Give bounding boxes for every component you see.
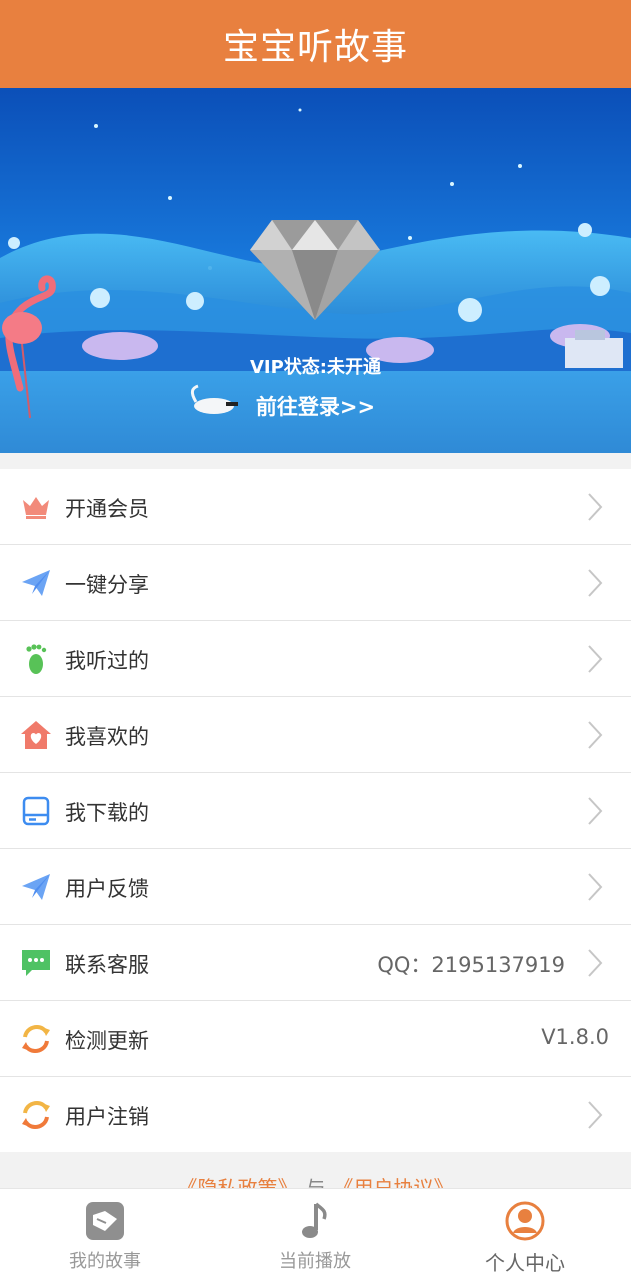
music-note-icon xyxy=(302,1202,327,1238)
menu-item-label: 用户注销 xyxy=(65,1105,149,1129)
menu-item-label: 用户反馈 xyxy=(65,877,149,901)
paper-plane-icon xyxy=(22,570,50,596)
tab-profile[interactable]: 个人中心 xyxy=(420,1189,630,1280)
legal-links: 《隐私政策》与《用户协议》 xyxy=(0,1152,631,1188)
footprint-icon xyxy=(26,644,47,674)
menu-item-label: 检测更新 xyxy=(65,1029,149,1053)
refresh-icon xyxy=(22,1100,50,1130)
privacy-policy-link[interactable]: 《隐私政策》 xyxy=(178,1176,298,1188)
page-title: 宝宝听故事 xyxy=(222,27,408,68)
chevron-right-icon xyxy=(588,797,603,825)
chevron-right-icon xyxy=(588,949,603,977)
tab-label: 个人中心 xyxy=(485,1251,565,1275)
chevron-right-icon xyxy=(588,645,603,673)
menu-item-share[interactable]: 一键分享 xyxy=(0,545,631,621)
tab-my-stories[interactable]: 我的故事 xyxy=(0,1189,210,1280)
contact-qq-value: QQ：2195137919 xyxy=(377,953,565,977)
chat-bubble-icon xyxy=(22,950,50,976)
refresh-icon xyxy=(22,1024,50,1054)
menu-item-deactivate[interactable]: 用户注销 xyxy=(0,1077,631,1153)
top-bar: 宝宝听故事 xyxy=(0,0,631,88)
story-book-icon xyxy=(86,1202,124,1240)
vip-status-text: VIP状态:未开通 xyxy=(249,357,382,378)
legal-joiner: 与 xyxy=(305,1176,326,1188)
chevron-right-icon xyxy=(588,569,603,597)
version-value: V1.8.0 xyxy=(541,1025,609,1049)
menu-item-label: 我下载的 xyxy=(65,801,149,825)
user-profile-icon xyxy=(505,1201,545,1241)
heart-house-icon xyxy=(21,721,51,749)
menu-item-downloads[interactable]: 我下载的 xyxy=(0,773,631,849)
crown-icon xyxy=(23,497,49,519)
tab-label: 我的故事 xyxy=(69,1251,141,1272)
vip-banner: VIP状态:未开通 前往登录>> xyxy=(0,88,631,453)
menu-item-label: 我喜欢的 xyxy=(65,725,149,749)
chevron-right-icon xyxy=(588,1101,603,1129)
menu-item-check-update[interactable]: 检测更新 V1.8.0 xyxy=(0,1001,631,1077)
tab-now-playing[interactable]: 当前播放 xyxy=(210,1189,420,1280)
menu-item-history[interactable]: 我听过的 xyxy=(0,621,631,697)
menu-item-feedback[interactable]: 用户反馈 xyxy=(0,849,631,925)
menu-item-favorites[interactable]: 我喜欢的 xyxy=(0,697,631,773)
settings-menu: 开通会员 一键分享 我听过的 我喜欢的 我下载的 用户反馈 联系客服 QQ：21… xyxy=(0,469,631,1153)
menu-item-contact[interactable]: 联系客服 QQ：2195137919 xyxy=(0,925,631,1001)
menu-item-label: 我听过的 xyxy=(65,649,149,673)
menu-item-label: 一键分享 xyxy=(65,573,149,597)
chevron-right-icon xyxy=(588,873,603,901)
storage-drive-icon xyxy=(22,796,50,826)
chevron-right-icon xyxy=(588,721,603,749)
section-gap xyxy=(0,453,631,469)
user-agreement-link[interactable]: 《用户协议》 xyxy=(334,1176,454,1188)
paper-plane-icon xyxy=(22,874,50,900)
tab-label: 当前播放 xyxy=(279,1251,351,1272)
chevron-right-icon xyxy=(588,493,603,521)
menu-item-label: 开通会员 xyxy=(65,497,149,521)
menu-item-label: 联系客服 xyxy=(65,953,149,977)
login-link[interactable]: 前往登录>> xyxy=(0,391,631,421)
bottom-tab-bar: 我的故事 当前播放 个人中心 xyxy=(0,1188,631,1280)
menu-item-vip[interactable]: 开通会员 xyxy=(0,469,631,545)
